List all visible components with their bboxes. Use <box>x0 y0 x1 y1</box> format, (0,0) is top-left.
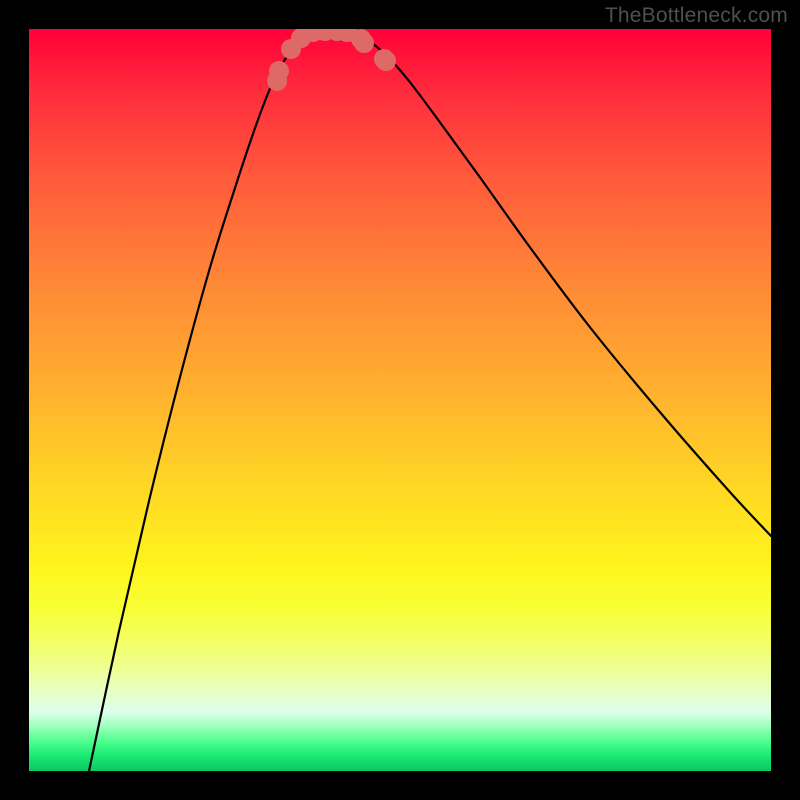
chart-svg <box>29 29 771 771</box>
marker-group <box>267 29 396 91</box>
highlight-dot <box>269 61 289 81</box>
outer-frame: TheBottleneck.com <box>0 0 800 800</box>
plot-area <box>29 29 771 771</box>
watermark-text: TheBottleneck.com <box>605 4 788 28</box>
highlight-dot <box>376 51 396 71</box>
bottleneck-curve <box>89 31 771 771</box>
highlight-dot <box>354 33 374 53</box>
curve-group <box>89 31 771 771</box>
